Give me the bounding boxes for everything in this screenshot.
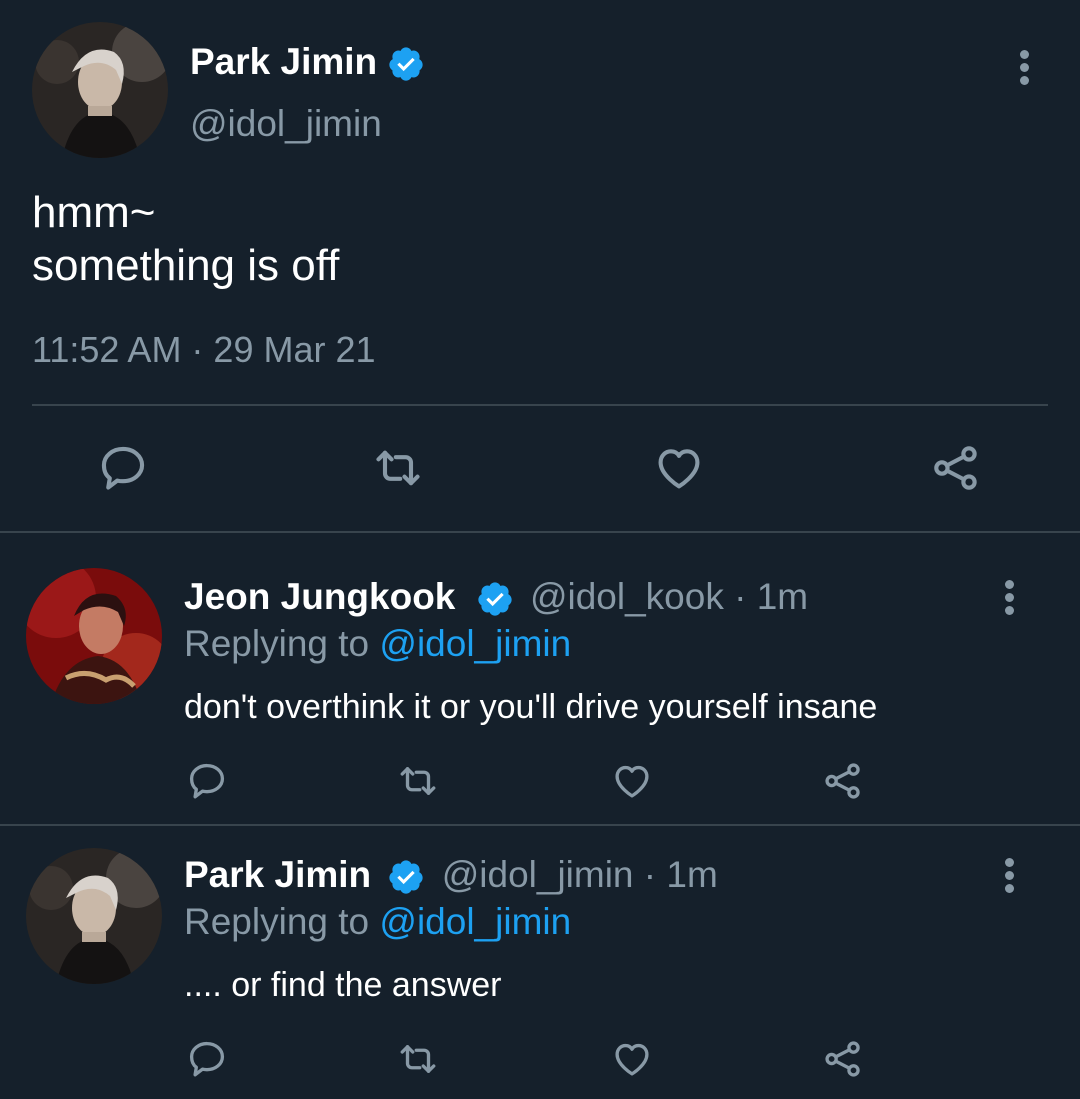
verified-badge-icon	[389, 860, 424, 894]
divider	[0, 531, 1080, 533]
tweet-timestamp[interactable]: 11:52 AM · 29 Mar 21	[32, 328, 376, 372]
more-options-icon[interactable]	[1018, 50, 1030, 90]
replying-to-mention[interactable]: @idol_jimin	[379, 901, 571, 942]
reply-avatar[interactable]	[26, 848, 162, 984]
replying-to-prefix: Replying to	[184, 901, 380, 942]
author-handle[interactable]: @idol_jimin	[190, 102, 382, 146]
author-name[interactable]: Park Jimin	[190, 40, 425, 84]
verified-badge-icon	[478, 582, 512, 616]
reply-text: .... or find the answer	[184, 966, 502, 1004]
retweet-icon[interactable]	[397, 1038, 439, 1080]
share-icon[interactable]	[930, 442, 982, 494]
more-options-icon[interactable]	[1003, 580, 1015, 620]
author-avatar[interactable]	[32, 22, 168, 158]
tweet-text: hmm~ something is off	[32, 186, 339, 292]
replying-to-mention[interactable]: @idol_jimin	[379, 623, 571, 664]
author-name-text: Park Jimin	[190, 41, 378, 82]
reply-author-name[interactable]: Park Jimin	[184, 854, 371, 895]
more-options-icon[interactable]	[1003, 858, 1015, 898]
avatar-photo-jungkook	[26, 568, 162, 704]
reply-icon[interactable]	[97, 442, 149, 494]
share-icon[interactable]	[822, 760, 864, 802]
reply-avatar[interactable]	[26, 568, 162, 704]
reply-author-handle[interactable]: @idol_kook · 1m	[530, 576, 808, 617]
like-icon[interactable]	[653, 442, 705, 494]
reply-header: Jeon Jungkook @idol_kook · 1m	[184, 575, 808, 619]
replying-to: Replying to @idol_jimin	[184, 900, 571, 944]
reply-header: Park Jimin @idol_jimin · 1m	[184, 853, 718, 897]
reply-text: don't overthink it or you'll drive yours…	[184, 688, 878, 726]
reply-author-name[interactable]: Jeon Jungkook	[184, 576, 455, 617]
tweet-text-line: something is off	[32, 241, 340, 290]
replying-to-prefix: Replying to	[184, 623, 380, 664]
reply-icon[interactable]	[186, 1038, 228, 1080]
verified-badge-icon	[389, 47, 424, 81]
retweet-icon[interactable]	[372, 442, 424, 494]
like-icon[interactable]	[611, 1038, 653, 1080]
like-icon[interactable]	[611, 760, 653, 802]
reply-icon[interactable]	[186, 760, 228, 802]
divider	[32, 404, 1048, 406]
divider	[0, 824, 1080, 826]
replying-to: Replying to @idol_jimin	[184, 622, 571, 666]
avatar-photo-jimin	[26, 848, 162, 984]
retweet-icon[interactable]	[397, 760, 439, 802]
reply-author-handle[interactable]: @idol_jimin · 1m	[442, 854, 718, 895]
avatar-photo-jimin	[32, 22, 168, 158]
tweet-text-line: hmm~	[32, 188, 156, 237]
share-icon[interactable]	[822, 1038, 864, 1080]
